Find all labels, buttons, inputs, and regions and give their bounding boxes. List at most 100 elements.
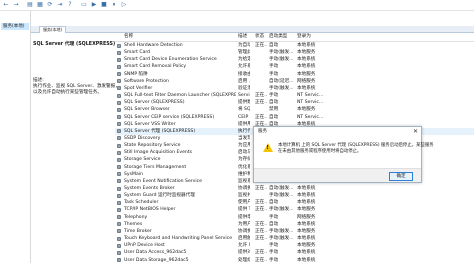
service-status: 正在...: [255, 100, 267, 106]
service-row[interactable]: Task Scheduler 使用户... 正在...自动 本地系统: [115, 199, 474, 206]
column-name[interactable]: 名称: [124, 33, 236, 41]
service-row[interactable]: Telephony 提供电... 手动 网络服务: [115, 214, 474, 221]
gear-icon: [117, 165, 121, 170]
service-status: 正在...: [255, 228, 267, 234]
gear-icon: [117, 172, 121, 177]
service-row[interactable]: SQL Server Browser 将 SQ... 禁用 本地服务: [115, 106, 474, 113]
service-description: 提供用...: [238, 121, 250, 127]
service-description: 将 SQ...: [238, 107, 250, 113]
service-name: SQL Server Browser: [124, 107, 170, 113]
gear-icon: [117, 64, 121, 69]
service-startup-type: 手动: [269, 243, 279, 249]
service-row[interactable]: UPnP Device Host 允许 U... 手动 本地服务: [115, 242, 474, 249]
refresh-icon[interactable]: ⟳: [46, 1, 54, 9]
service-status: 正在...: [255, 43, 267, 48]
service-name: Smart Card: [124, 50, 151, 56]
service-row[interactable]: Touch Keyboard and Handwriting Panel Ser…: [115, 235, 474, 242]
console-tree-icon[interactable]: ▤: [26, 1, 34, 9]
list-view-icon[interactable]: ▭: [80, 1, 88, 9]
tree-item-services-local[interactable]: 服务(本地): [1, 23, 29, 30]
service-startup-type: 手动: [269, 93, 279, 99]
service-log-on-as: 本地系统: [297, 250, 316, 256]
gear-icon: [117, 207, 121, 212]
service-description: 协调执...: [238, 186, 250, 191]
gear-icon: [117, 186, 121, 191]
service-log-on-as: 本地服务: [297, 50, 316, 56]
service-row[interactable]: User Data Access_962dac5 提供对... 正在...手动 本地系…: [115, 249, 474, 256]
service-error-dialog: 服务 ✕ ! 本地计算机 上的 SQL Server 代理 (SQLEXPRES…: [253, 126, 434, 183]
service-name: System Guard 运行时监视器代理: [124, 193, 195, 199]
gear-icon: [117, 79, 121, 84]
export-icon[interactable]: ⇥: [56, 1, 64, 9]
service-row[interactable]: Smart Card Device Enumeration Service 为给定…: [115, 56, 474, 63]
stop-icon[interactable]: ■: [100, 1, 108, 9]
gear-icon: [117, 122, 121, 127]
ok-button[interactable]: 确定: [389, 172, 413, 181]
service-row[interactable]: TCP/IP NetBIOS Helper 提供 T... 正在...手动(触发..…: [115, 206, 474, 213]
service-startup-type: 自动(触发...: [269, 186, 293, 191]
pause-icon[interactable]: ⏸: [110, 1, 118, 9]
forward-arrow-icon[interactable]: →: [12, 1, 20, 9]
service-startup-type: 手动: [269, 257, 279, 263]
service-description: 启用触...: [238, 236, 250, 242]
gear-icon: [117, 93, 121, 98]
service-description: 允许系...: [238, 64, 250, 70]
gear-icon: [117, 179, 121, 184]
start-icon[interactable]: ▶: [90, 1, 98, 9]
service-name: SQL Server CEIP service (SQLEXPRESS): [124, 114, 215, 120]
service-description: 为应用...: [238, 143, 250, 149]
service-description: 监视并...: [238, 193, 250, 199]
column-description[interactable]: 描述: [238, 33, 250, 41]
service-status: 正在...: [255, 257, 267, 263]
service-row[interactable]: Shell Hardware Detection 为自动... 正在...自动 本地系…: [115, 42, 474, 49]
service-description: 协调执...: [238, 228, 250, 234]
service-name: TCP/IP NetBIOS Helper: [124, 207, 176, 213]
service-row[interactable]: SQL Full-text Filter Daemon Launcher (SQ…: [115, 92, 474, 99]
console-tree: 服务(本地): [0, 11, 31, 263]
column-startup-type[interactable]: 启动类型: [269, 33, 293, 41]
restart-icon[interactable]: ▷: [120, 1, 128, 9]
service-row[interactable]: System Guard 运行时监视器代理 监视并... 手动(触发... 本地系统: [115, 192, 474, 199]
service-status: 正在...: [255, 93, 267, 99]
service-row[interactable]: Themes 为用户... 正在...自动 本地系统: [115, 221, 474, 228]
service-description: 为自动...: [238, 43, 250, 48]
column-log-on-as[interactable]: 登录为: [297, 33, 327, 41]
service-startup-type: 自动(延迟...: [269, 78, 293, 84]
service-row[interactable]: User Data Storage_962dac5 处理结... 正在...手动 本地…: [115, 257, 474, 264]
service-description: 启用 ...: [238, 78, 250, 84]
service-name: Shell Hardware Detection: [124, 43, 183, 48]
gear-icon: [117, 50, 121, 55]
service-row[interactable]: Spot Verifier 验证潜... 手动(触发... 本地系统: [115, 85, 474, 92]
warning-exclamation: !: [266, 145, 269, 151]
tab-services-local[interactable]: 服务(本地): [39, 26, 67, 33]
service-row[interactable]: Time Broker 协调执... 正在...手动(触发... 本地服务: [115, 228, 474, 235]
service-log-on-as: 本地服务: [297, 71, 316, 77]
help-icon[interactable]: ?: [66, 1, 74, 9]
service-row[interactable]: SQL Server CEIP service (SQLEXPRESS) CEIP…: [115, 114, 474, 121]
service-log-on-as: 网络服务: [297, 214, 316, 220]
gear-icon: [117, 72, 121, 77]
properties-icon[interactable]: ▦: [36, 1, 44, 9]
service-row[interactable]: Smart Card Removal Policy 允许系... 手动 本地系统: [115, 63, 474, 70]
service-row[interactable]: SQL Server (SQLEXPRESS) 提供数... 正在...自动 NT S…: [115, 99, 474, 106]
service-row[interactable]: Smart Card 管理此... 手动(触发... 本地服务: [115, 49, 474, 56]
service-row[interactable]: Software Protection 启用 ... 自动(延迟... 网络服务: [115, 78, 474, 85]
service-description: 为给定...: [238, 57, 250, 63]
service-startup-type: 手动(触发...: [269, 85, 293, 91]
pane-title-bar: 服务(本地): [31, 26, 474, 33]
service-name: SSDP Discovery: [124, 135, 161, 141]
service-name: SQL Full-text Filter Daemon Launcher (SQ…: [124, 93, 236, 99]
back-arrow-icon[interactable]: ←: [2, 1, 10, 9]
service-row[interactable]: System Events Broker 协调执... 正在...自动(触发... 本…: [115, 185, 474, 192]
service-log-on-as: 本地系统: [297, 200, 316, 206]
service-log-on-as: 本地系统: [297, 64, 316, 70]
service-log-on-as: 本地系统: [297, 186, 316, 191]
gear-icon: [117, 243, 121, 248]
service-startup-type: 手动(触发...: [269, 207, 293, 213]
service-log-on-as: NT Servic...: [297, 114, 324, 120]
service-row[interactable]: SNMP 陷阱 接收由... 手动 本地服务: [115, 71, 474, 78]
close-icon[interactable]: ✕: [413, 128, 418, 135]
column-status[interactable]: 状态: [255, 33, 267, 41]
gear-icon: [117, 57, 121, 62]
extended-description-panel: SQL Server 代理 (SQLEXPRESS) 描述: 执行作业、监视 SQ…: [31, 33, 120, 263]
